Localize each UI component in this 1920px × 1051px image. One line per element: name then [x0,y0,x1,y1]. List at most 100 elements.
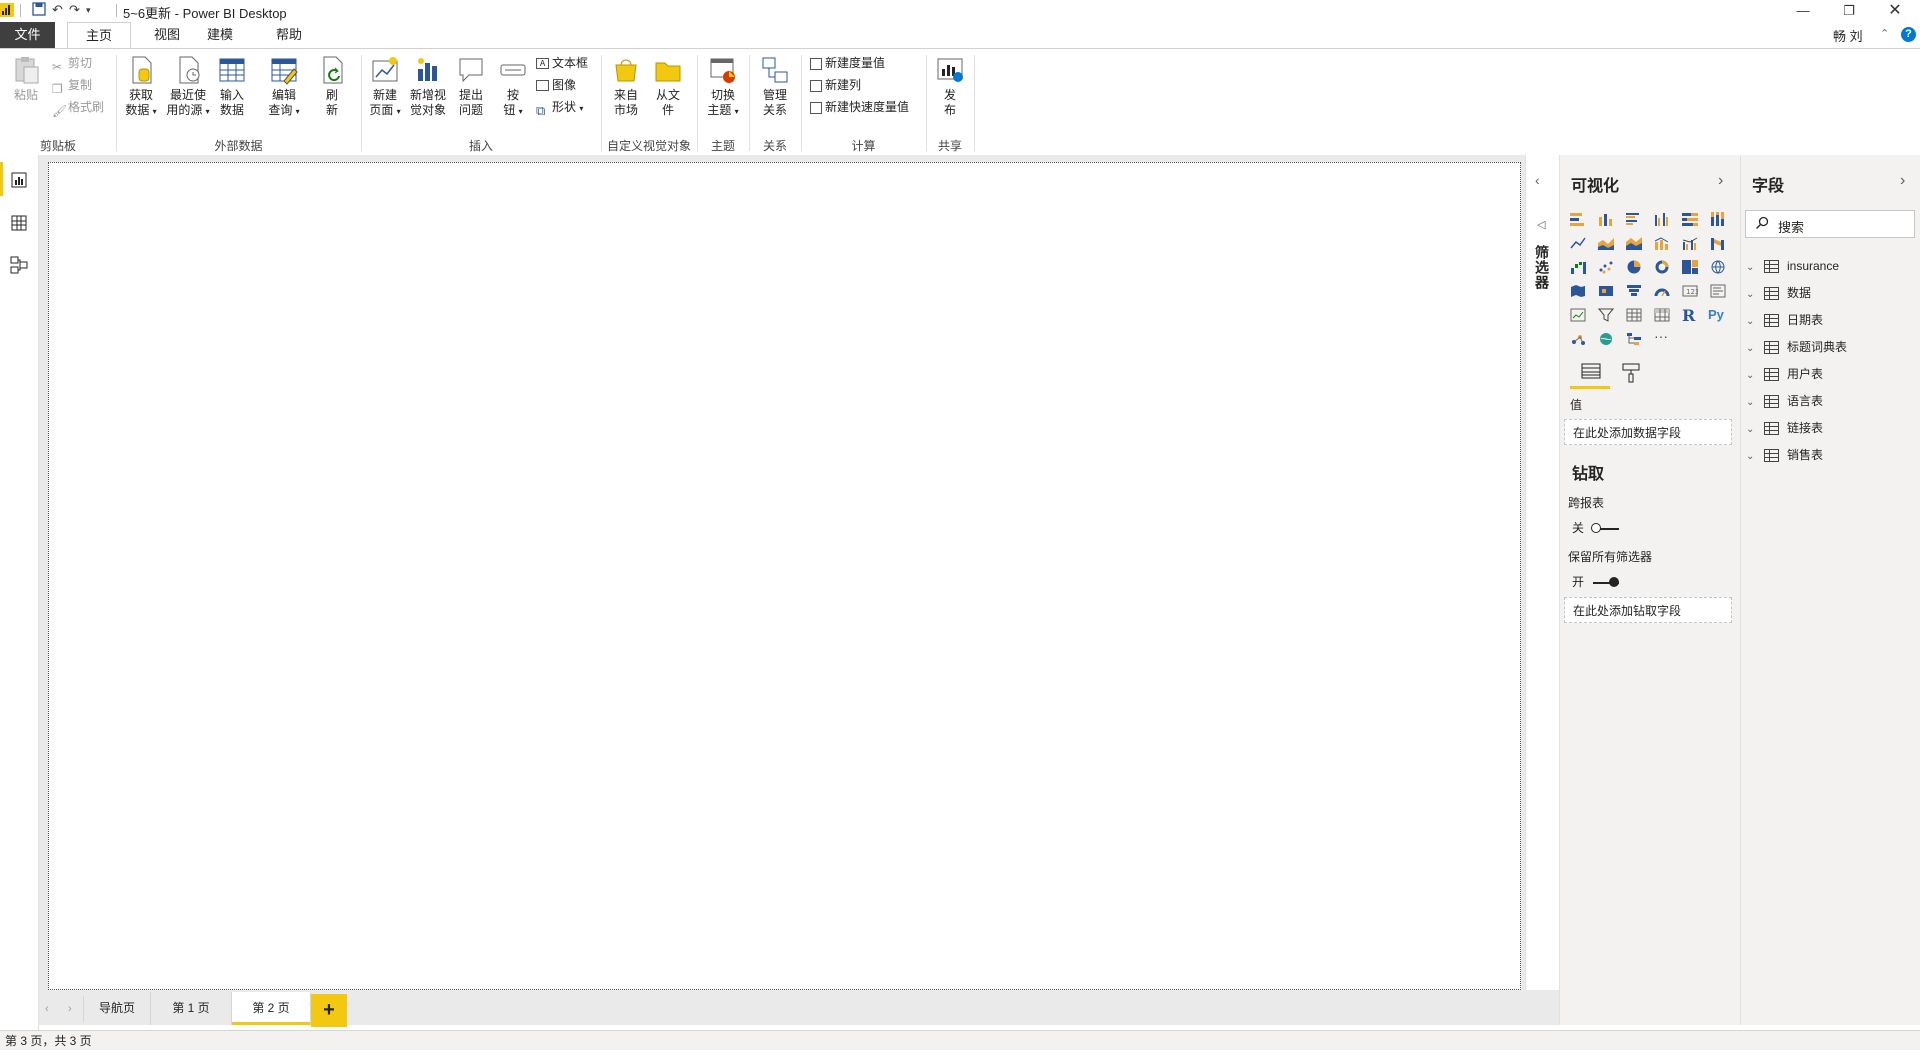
format-paint-roller-icon[interactable] [1620,362,1642,387]
collapse-ribbon-icon[interactable]: ⌃ [1880,27,1889,40]
copy-button[interactable]: ❐ 复制 [52,76,92,96]
from-file-button[interactable]: 从文 件 [650,55,686,118]
field-table-item[interactable]: ⌄ 标题词典表 [1746,337,1847,357]
table-visual-icon[interactable] [1626,308,1642,322]
new-quick-measure-button[interactable]: 新建快速度量值 [810,98,909,116]
clustered-column-chart-icon[interactable] [1654,212,1670,226]
shapes-button[interactable]: ⧉ 形状 ▾ [536,98,583,118]
field-table-item[interactable]: ⌄ 语言表 [1746,391,1823,411]
ribbon-chart-icon[interactable] [1710,236,1726,250]
cross-report-toggle[interactable]: 关 [1572,519,1620,536]
minimize-button[interactable]: — [1780,0,1826,22]
recent-sources-button[interactable]: 最近使 用的源 ▾ [164,55,212,119]
waterfall-chart-icon[interactable] [1570,260,1586,274]
key-influencers-icon[interactable] [1570,332,1586,346]
close-button[interactable]: ✕ [1872,0,1918,22]
add-page-button[interactable]: + [311,994,347,1027]
filled-map-icon[interactable] [1570,284,1586,298]
manage-relationships-button[interactable]: 管理 关系 [757,55,793,118]
fields-search-box[interactable] [1745,210,1915,238]
page-tab-active[interactable]: 第 2 页 [232,992,311,1025]
clustered-bar-chart-icon[interactable] [1626,212,1642,226]
customize-qat-icon[interactable]: ▾ [86,5,91,16]
save-icon[interactable] [32,2,46,19]
stacked-area-chart-icon[interactable] [1626,236,1642,250]
stacked-bar-chart-icon[interactable] [1570,212,1586,226]
redo-icon[interactable]: ↷ [69,2,80,18]
format-painter-button[interactable]: 🖌格式刷 [52,98,104,118]
card-icon[interactable]: 123 [1682,284,1699,298]
line-and-stacked-column-icon[interactable] [1654,236,1670,250]
python-visual-icon[interactable]: Py [1708,307,1724,322]
ask-question-button[interactable]: 提出 问题 [455,55,487,118]
arcgis-map-icon[interactable] [1598,332,1614,346]
enter-data-button[interactable]: 输入 数据 [216,55,248,118]
field-table-item[interactable]: ⌄ 用户表 [1746,364,1823,384]
data-view-icon[interactable] [10,214,28,232]
map-icon[interactable] [1710,260,1726,274]
multi-row-card-icon[interactable] [1710,284,1726,298]
buttons-button[interactable]: 按 钮 ▾ [497,55,529,119]
field-table-item[interactable]: ⌄ 数据 [1746,283,1811,303]
get-data-button[interactable]: 获取 数据 ▾ [122,55,160,119]
restore-button[interactable]: ❐ [1826,0,1872,22]
page-tab[interactable]: 第 1 页 [151,992,232,1025]
publish-button[interactable]: 发 布 [933,55,967,118]
refresh-button[interactable]: 刷 新 [318,55,346,118]
filters-label[interactable]: 筛选器 [1532,245,1552,290]
expand-filters-icon[interactable]: ‹ [1535,172,1540,188]
paste-button[interactable]: 粘贴 [10,55,42,103]
field-table-item[interactable]: ⌄ 销售表 [1746,445,1823,465]
funnel-chart-icon[interactable] [1626,284,1642,298]
keep-all-filters-toggle[interactable]: 开 [1572,573,1620,590]
tab-view[interactable]: 视图 [150,22,184,48]
kpi-icon[interactable] [1570,308,1586,322]
report-canvas[interactable] [48,162,1521,990]
slicer-icon[interactable] [1597,308,1615,322]
donut-chart-icon[interactable] [1654,260,1670,274]
edit-queries-button[interactable]: 编辑 查询 ▾ [264,55,304,119]
help-icon[interactable]: ? [1901,27,1916,42]
100-stacked-bar-chart-icon[interactable] [1682,212,1698,226]
tab-home[interactable]: 主页 [67,22,131,49]
shape-map-icon[interactable] [1598,284,1614,298]
pie-chart-icon[interactable] [1626,260,1642,274]
fields-well-tab-icon[interactable] [1580,362,1602,385]
new-column-button[interactable]: 新建列 [810,76,861,94]
page-tab[interactable]: 导航页 [84,992,151,1025]
tab-file[interactable]: 文件 [0,22,55,48]
scroll-left-icon[interactable]: ‹ [45,1003,49,1015]
field-table-item[interactable]: ⌄ insurance [1746,256,1839,276]
r-script-visual-icon[interactable]: R [1682,306,1698,325]
from-marketplace-button[interactable]: 来自 市场 [608,55,644,118]
treemap-icon[interactable] [1682,260,1698,274]
undo-icon[interactable]: ↶ [52,2,63,18]
field-table-item[interactable]: ⌄ 日期表 [1746,310,1823,330]
drillthrough-drop-zone[interactable]: 在此处添加钻取字段 [1564,597,1732,623]
more-visuals-icon[interactable]: ··· [1654,328,1670,344]
new-page-button[interactable]: 新建 页面 ▾ [366,55,404,119]
new-visual-button[interactable]: 新增视 觉对象 [406,55,450,118]
line-and-clustered-column-icon[interactable] [1682,236,1698,250]
user-name[interactable]: 畅 刘 [1833,26,1863,45]
switch-theme-button[interactable]: 切换 主题 ▾ [704,55,742,119]
report-view-icon[interactable] [10,171,28,189]
tab-modeling[interactable]: 建模 [203,22,237,48]
scatter-chart-icon[interactable] [1598,260,1614,274]
scroll-right-icon[interactable]: › [68,1003,72,1015]
tab-help[interactable]: 帮助 [272,22,306,48]
decomposition-tree-icon[interactable] [1626,332,1642,346]
values-drop-zone[interactable]: 在此处添加数据字段 [1564,419,1732,445]
cut-button[interactable]: ✂ 剪切 [52,54,92,74]
gauge-icon[interactable] [1654,284,1670,298]
100-stacked-column-chart-icon[interactable] [1710,212,1726,226]
line-chart-icon[interactable] [1570,236,1586,250]
field-table-item[interactable]: ⌄ 链接表 [1746,418,1823,438]
collapse-visualizations-icon[interactable]: › [1718,172,1723,190]
text-box-button[interactable]: A 文本框 [536,54,588,72]
collapse-fields-icon[interactable]: › [1900,172,1905,190]
new-measure-button[interactable]: 新建度量值 [810,54,885,72]
image-button[interactable]: 图像 [536,76,576,94]
matrix-icon[interactable] [1654,308,1670,322]
stacked-column-chart-icon[interactable] [1598,212,1614,226]
